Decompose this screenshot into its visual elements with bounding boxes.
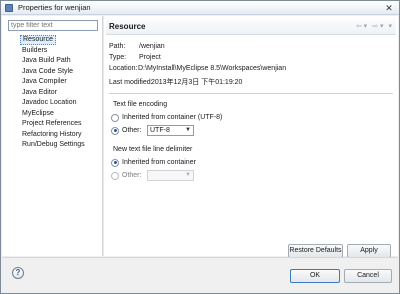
radio-button[interactable]: [111, 171, 119, 180]
cancel-button[interactable]: Cancel: [344, 269, 392, 283]
tree-item[interactable]: Java Build Path: [20, 57, 71, 64]
encoding-select[interactable]: UTF-8 ▼: [147, 125, 194, 136]
radio-button[interactable]: [111, 113, 119, 122]
resource-info: Path: /wenjian Type: Project Location: D…: [109, 41, 394, 88]
apply-button[interactable]: Apply: [347, 244, 391, 258]
title-bar: Properties for wenjian ✕: [1, 1, 399, 15]
close-icon[interactable]: ✕: [383, 3, 395, 13]
path-label: Path:: [109, 43, 126, 50]
path-row: Path: /wenjian: [109, 41, 394, 52]
location-value: D:\MyInstall\MyEclipse 8.5\Workspaces\we…: [138, 65, 287, 72]
menu-icon[interactable]: ▾: [388, 22, 392, 30]
page-nav: ⇦ ▾ ⇨ ▾ ▾: [356, 22, 392, 30]
properties-dialog: Properties for wenjian ✕ Resource Builder…: [0, 0, 400, 294]
location-row: Location: D:\MyInstall\MyEclipse 8.5\Wor…: [109, 63, 394, 74]
encoding-inherited-label: Inherited from container (UTF-8): [122, 114, 223, 121]
tree-item[interactable]: Builders: [20, 47, 47, 54]
encoding-select-value: UTF-8: [150, 127, 170, 134]
tree-item[interactable]: Project References: [20, 120, 82, 127]
restore-defaults-button[interactable]: Restore Defaults: [288, 244, 343, 258]
tree-item[interactable]: Java Code Style: [20, 68, 73, 75]
property-page-list: Resource Builders Java Build Path Java Code…: [20, 35, 98, 151]
help-icon[interactable]: ?: [12, 267, 24, 279]
radio-button[interactable]: [111, 126, 119, 135]
encoding-inherited-radio[interactable]: Inherited from container (UTF-8): [111, 112, 222, 123]
delimiter-select[interactable]: ▼: [147, 170, 194, 181]
button-bar: ? OK Cancel: [2, 257, 398, 293]
tree-item[interactable]: Run/Debug Settings: [20, 141, 85, 148]
radio-button[interactable]: [111, 158, 119, 167]
last-modified-label: Last modified:: [109, 79, 153, 86]
encoding-other-radio[interactable]: Other: UTF-8 ▼: [111, 125, 194, 136]
back-arrow-icon[interactable]: ⇦ ▾: [356, 22, 367, 30]
page-header: Resource ⇦ ▾ ⇨ ▾ ▾: [106, 19, 396, 35]
type-label: Type:: [109, 54, 127, 61]
delimiter-group-title: New text file line delimiter: [113, 146, 193, 153]
page-title: Resource: [109, 22, 146, 31]
dialog-body: Resource Builders Java Build Path Java Code…: [2, 16, 398, 258]
window-icon: [5, 3, 13, 12]
last-modified-value: 2013年12月3日 下午01:19:20: [151, 79, 243, 86]
path-value: /wenjian: [139, 43, 165, 50]
tree-item[interactable]: Javadoc Location: [20, 99, 76, 106]
encoding-group-title: Text file encoding: [113, 101, 168, 108]
location-label: Location:: [109, 65, 138, 72]
left-pane: Resource Builders Java Build Path Java Code…: [6, 19, 100, 256]
separator: [109, 93, 393, 94]
tree-item[interactable]: Refactoring History: [20, 131, 82, 138]
chevron-down-icon: ▼: [185, 127, 191, 133]
tree-item[interactable]: Java Editor: [20, 89, 57, 96]
pane-divider[interactable]: [102, 16, 104, 256]
delimiter-inherited-label: Inherited from container: [122, 159, 196, 166]
encoding-other-label: Other:: [122, 127, 142, 134]
delimiter-other-radio[interactable]: Other: ▼: [111, 170, 194, 181]
delimiter-other-label: Other:: [122, 172, 142, 179]
tree-item[interactable]: MyEclipse: [20, 110, 54, 117]
forward-arrow-icon[interactable]: ⇨ ▾: [372, 22, 383, 30]
last-modified-row: Last modified: 2013年12月3日 下午01:19:20: [109, 77, 394, 88]
chevron-down-icon: ▼: [185, 172, 191, 178]
window-title: Properties for wenjian: [18, 3, 91, 12]
right-pane: Resource ⇦ ▾ ⇨ ▾ ▾ Path: /wenjian Type: …: [106, 19, 398, 258]
type-value: Project: [139, 54, 161, 61]
tree-item[interactable]: Java Compiler: [20, 78, 67, 85]
tree-item[interactable]: Resource: [20, 35, 56, 45]
filter-input[interactable]: [8, 20, 98, 31]
delimiter-inherited-radio[interactable]: Inherited from container: [111, 157, 196, 168]
ok-button[interactable]: OK: [290, 269, 340, 283]
type-row: Type: Project: [109, 52, 394, 63]
